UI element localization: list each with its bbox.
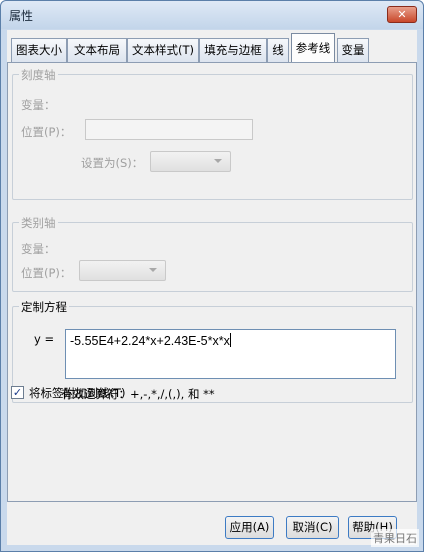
category-axis-legend: 类别轴 (19, 215, 58, 231)
tab-text-layout[interactable]: 文本布局 (67, 38, 127, 63)
category-axis-position-dropdown[interactable] (79, 260, 166, 281)
dialog-body: 图表大小 文本布局 文本样式(T) 填充与边框 线 参考线 变量 刻度轴 变量：… (7, 30, 417, 545)
tab-line[interactable]: 线 (267, 38, 289, 63)
properties-dialog: 属性 ✕ 图表大小 文本布局 文本样式(T) 填充与边框 线 参考线 变量 刻度… (0, 0, 424, 552)
equation-text: -5.55E4+2.24*x+2.43E-5*x*x (70, 334, 230, 348)
equation-input[interactable]: -5.55E4+2.24*x+2.43E-5*x*x (65, 329, 396, 379)
chevron-down-icon (214, 159, 222, 163)
tab-chart-size[interactable]: 图表大小 (11, 38, 67, 63)
attach-label-text[interactable]: 将标签附加到线(T) (29, 385, 126, 401)
scale-axis-position-input[interactable] (85, 119, 253, 140)
category-axis-position-label: 位置(P)： (21, 266, 72, 280)
tab-fill-border[interactable]: 填充与边框 (199, 38, 267, 63)
category-axis-group: 类别轴 变量： 位置(P)： (12, 215, 413, 292)
scale-axis-variable-label: 变量： (21, 98, 56, 112)
y-equals-label: y = (34, 332, 55, 346)
scale-axis-position-label: 位置(P)： (21, 125, 72, 139)
checkmark-icon: ✓ (12, 386, 23, 399)
chevron-down-icon (149, 268, 157, 272)
close-button[interactable]: ✕ (387, 6, 417, 23)
watermark: 青果日石 (371, 529, 419, 547)
tab-text-style[interactable]: 文本样式(T) (127, 38, 199, 63)
tab-strip: 图表大小 文本布局 文本样式(T) 填充与边框 线 参考线 变量 (7, 32, 417, 64)
title-bar[interactable]: 属性 ✕ (1, 1, 423, 29)
tab-variables[interactable]: 变量 (337, 38, 369, 63)
custom-equation-legend: 定制方程 (19, 299, 69, 315)
attach-label-checkbox[interactable]: ✓ (11, 386, 24, 399)
scale-axis-group: 刻度轴 变量： 位置(P)： 设置为(S)： (12, 67, 413, 200)
category-axis-variable-label: 变量： (21, 242, 56, 256)
reference-line-panel: 刻度轴 变量： 位置(P)： 设置为(S)： 类别轴 变量： 位置(P)： 定制… (7, 62, 417, 502)
cancel-button[interactable]: 取消(C) (286, 516, 339, 539)
tab-reference-line[interactable]: 参考线 (291, 33, 335, 64)
set-to-label: 设置为(S)： (81, 156, 144, 170)
scale-axis-legend: 刻度轴 (19, 67, 58, 83)
text-caret (229, 333, 231, 347)
apply-button[interactable]: 应用(A) (225, 516, 274, 539)
set-to-dropdown[interactable] (150, 151, 231, 172)
window-title: 属性 (9, 9, 34, 23)
